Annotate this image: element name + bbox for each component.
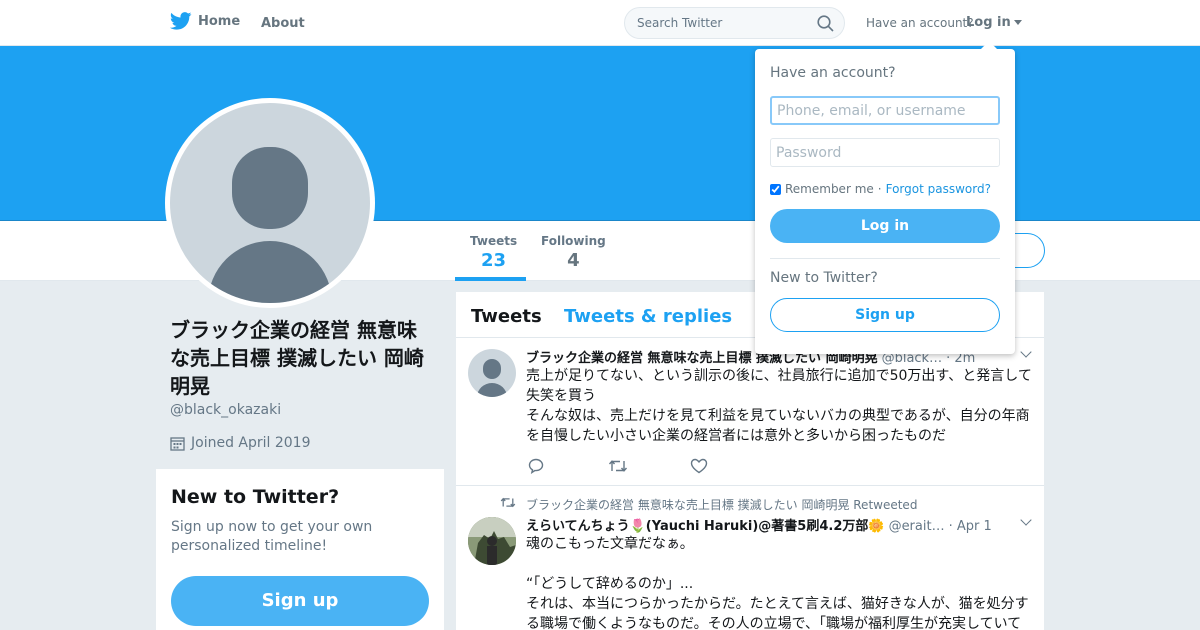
remember-row: Remember me · Forgot password? [770,182,1000,196]
retweet-icon[interactable] [608,458,628,474]
top-nav: Home About Search Twitter Have an accoun… [0,0,1200,46]
reply-icon[interactable] [528,458,546,474]
remember-me-checkbox[interactable] [770,183,781,195]
dropdown-signup-button[interactable]: Sign up [770,298,1000,332]
login-dropdown-toggle[interactable]: Log in [966,15,1022,30]
have-account-text: Have an account? [866,16,974,30]
stat-following[interactable]: Following 4 [541,234,606,271]
username-field[interactable] [770,96,1000,125]
tweet-author-handle[interactable]: @erait… [889,519,945,534]
search-icon[interactable] [817,15,834,32]
tweet-actions [528,458,708,474]
password-field[interactable] [770,138,1000,167]
active-stat-underline [455,277,526,281]
forgot-password-link[interactable]: Forgot password? [886,182,991,196]
tweet-time[interactable]: · Apr 1 [949,519,992,534]
tweet-avatar[interactable] [468,517,516,565]
retweeted-by-context[interactable]: ブラック企業の経営 無意味な売上目標 撲滅したい 岡崎明晃 Retweeted [526,496,917,513]
stat-following-value: 4 [567,250,580,271]
stat-tweets[interactable]: Tweets 23 [470,234,517,271]
tweet-text: 売上が足りてない、という訓示の後に、社員旅行に追加で50万出す、と発言して失笑を… [526,368,1032,444]
dropdown-title: Have an account? [770,65,896,81]
stat-following-label: Following [541,234,606,248]
separator-dot: · [877,182,882,196]
new-to-twitter-card: New to Twitter? Sign up now to get your … [156,469,444,630]
nav-home-label: Home [198,13,241,29]
nav-home-link[interactable]: Home [170,12,240,30]
default-avatar-icon [208,147,332,303]
tweet[interactable]: ブラック企業の経営 無意味な売上目標 撲滅したい 岡崎明晃 Retweeted … [456,486,1044,630]
stat-tweets-value: 23 [481,250,507,271]
tweet-author-name[interactable]: えらいてんちょう🌷(Yauchi Haruki)@著書5刷4.2万部🌼 [526,515,885,534]
stat-tweets-label: Tweets [470,234,518,248]
new-to-twitter-text: Sign up now to get your own personalized… [171,519,373,554]
retweet-icon [500,497,516,508]
tweet[interactable]: ブラック企業の経営 無意味な売上目標 撲滅したい 岡崎明晃 @black… · … [456,338,1044,486]
tweet-text: 魂のこもった文章だなぁ。 “「どうして辞めるのか」... それは、本当につらかっ… [526,536,1029,630]
profile-handle: @black_okazaki [170,402,282,418]
search-placeholder: Search Twitter [637,16,723,30]
profile-name: ブラック企業の経営 無意味な売上目標 撲滅したい 岡崎明晃 [170,318,424,398]
search-input[interactable]: Search Twitter [624,7,845,39]
signup-button[interactable]: Sign up [171,576,429,626]
new-to-twitter-title: New to Twitter? [171,486,340,508]
profile-avatar [165,98,375,308]
login-link-label: Log in [966,15,1011,30]
twitter-bird-icon [170,12,192,30]
joined-date: Joined April 2019 [191,435,311,451]
default-avatar-icon [477,359,507,397]
dropdown-new-to-twitter: New to Twitter? [770,270,878,286]
tab-tweets-replies[interactable]: Tweets & replies [564,306,732,327]
calendar-icon [170,436,185,451]
nav-about-link[interactable]: About [261,16,305,31]
dropdown-divider [770,258,1000,259]
tweet-avatar[interactable] [468,349,516,397]
caret-down-icon [1013,20,1022,25]
login-dropdown: Have an account? Remember me · Forgot pa… [755,41,1015,354]
tab-tweets[interactable]: Tweets [471,306,542,327]
user-photo-icon [468,517,516,565]
login-button[interactable]: Log in [770,209,1000,243]
remember-me-label[interactable]: Remember me [785,182,874,196]
tweet-header: えらいてんちょう🌷(Yauchi Haruki)@著書5刷4.2万部🌼 @era… [526,515,1032,534]
like-icon[interactable] [690,458,708,474]
profile-joined: Joined April 2019 [170,435,311,451]
